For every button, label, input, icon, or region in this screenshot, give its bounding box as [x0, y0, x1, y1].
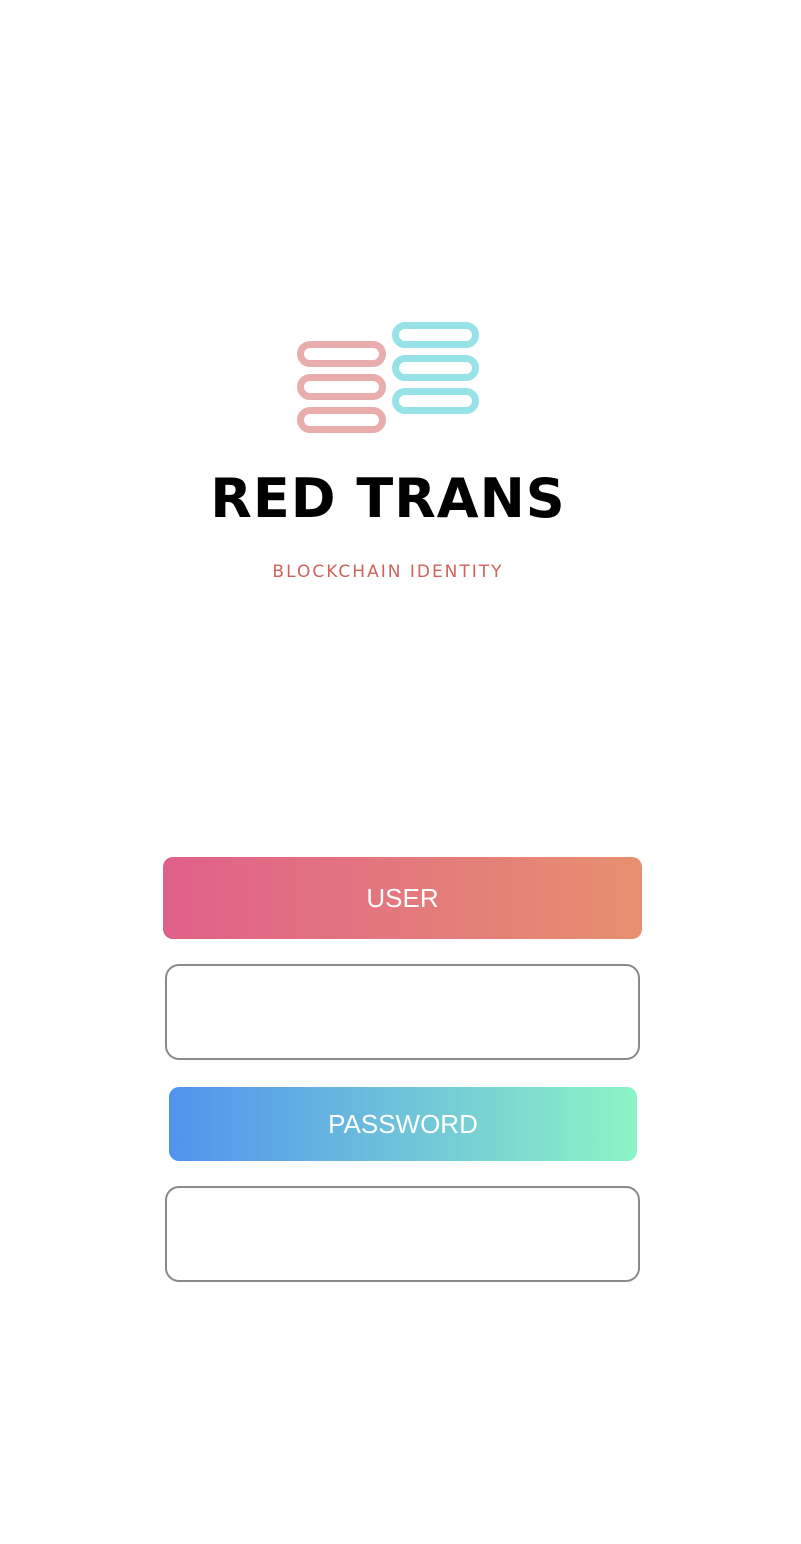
logo-pink-bar: [297, 407, 386, 433]
user-label-button[interactable]: USER: [163, 857, 642, 939]
logo-pink-bar: [297, 374, 386, 400]
logo-cyan-bar: [392, 322, 479, 348]
brand-subtitle: BLOCKCHAIN IDENTITY: [272, 562, 504, 582]
user-input[interactable]: [165, 964, 640, 1060]
password-label-button[interactable]: PASSWORD: [169, 1087, 637, 1161]
password-input[interactable]: [165, 1186, 640, 1282]
brand-title: RED TRANS: [210, 467, 566, 530]
logo-cyan-bar: [392, 388, 479, 414]
logo-cyan-bar: [392, 355, 479, 381]
logo-pink-bar: [297, 341, 386, 367]
stacked-blocks-icon: [297, 322, 479, 433]
